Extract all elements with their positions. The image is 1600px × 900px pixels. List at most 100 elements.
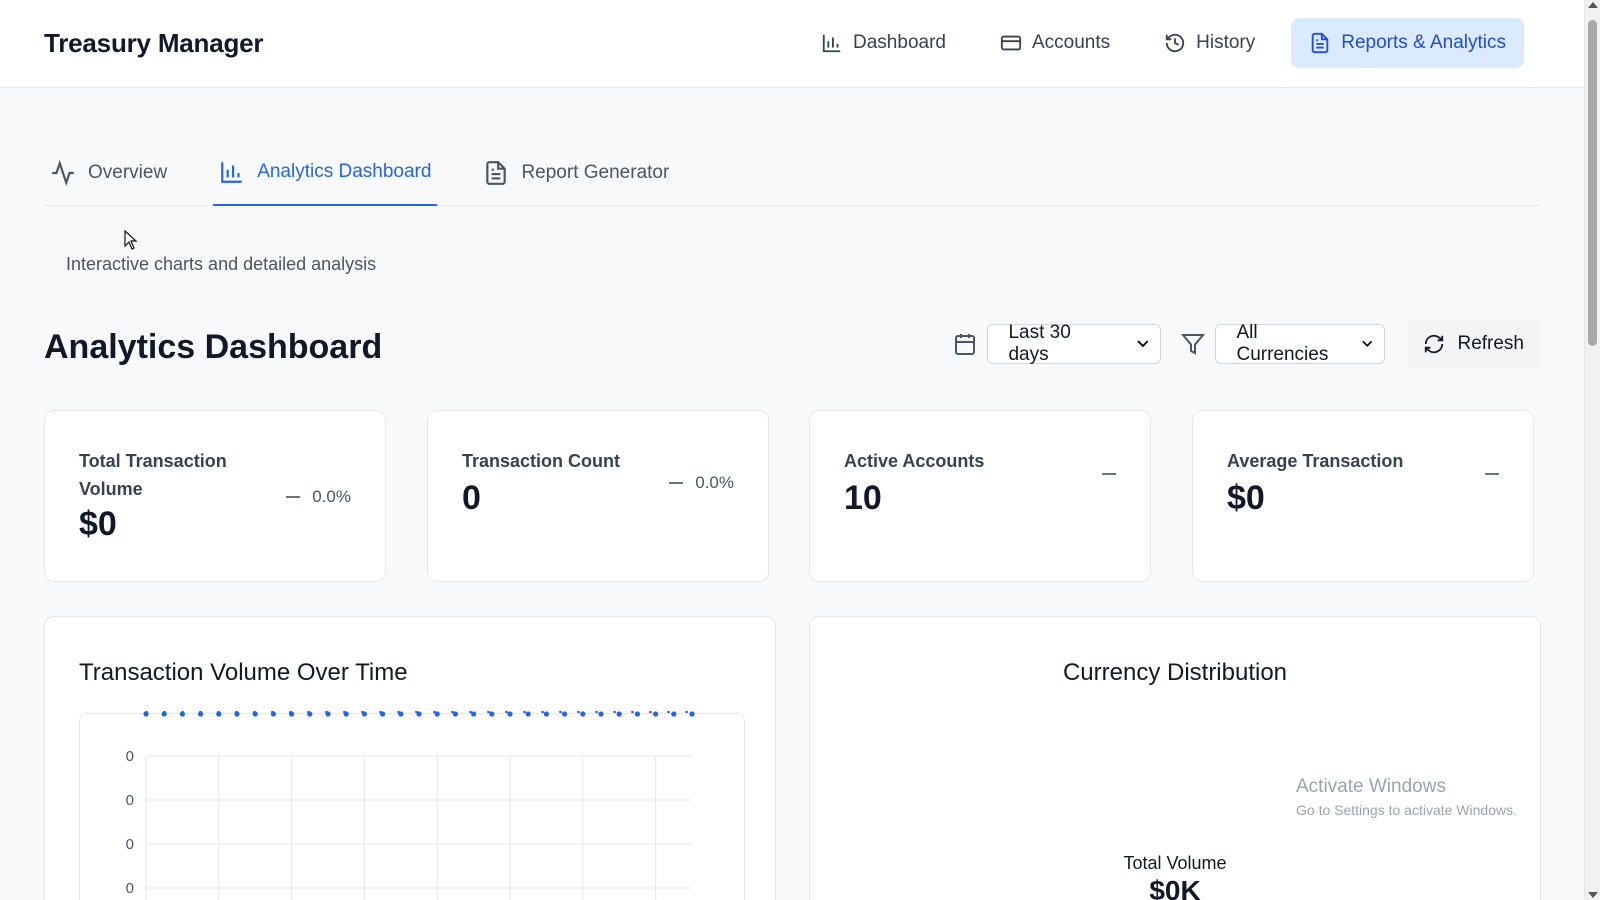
data-point[interactable] [307, 711, 313, 717]
donut-center-value: $0K [1149, 875, 1201, 900]
data-point[interactable] [434, 711, 440, 717]
data-point[interactable] [143, 711, 149, 717]
neutral-trend-icon [1485, 473, 1499, 475]
data-point[interactable] [361, 711, 367, 717]
activate-windows-watermark: Activate Windows Go to Settings to activ… [1296, 776, 1517, 818]
refresh-icon [1425, 334, 1444, 354]
data-point[interactable] [616, 711, 622, 717]
metric-card-average-transaction: Average Transaction $0 [1192, 410, 1534, 582]
chart-container: 0 0 0 0 [79, 711, 745, 900]
tab-overview-label: Overview [88, 161, 168, 183]
tab-analytics-label: Analytics Dashboard [257, 161, 432, 182]
data-point[interactable] [562, 711, 568, 717]
metric-value: 0 [462, 479, 481, 517]
tab-report-generator[interactable]: Report Generator [477, 140, 675, 205]
history-icon [1165, 33, 1185, 53]
metric-card-total-volume: Total Transaction Volume $0 0.0% [44, 410, 386, 582]
transaction-volume-panel: Transaction Volume Over Time 0 0 0 0 [44, 616, 776, 900]
main-nav: Dashboard Accounts History Reports & Ana… [803, 18, 1524, 68]
nav-accounts-label: Accounts [1031, 32, 1111, 53]
data-point[interactable] [634, 711, 641, 717]
data-point[interactable] [198, 711, 204, 717]
metric-change [1485, 473, 1499, 475]
page-title: Analytics Dashboard [44, 328, 383, 366]
tab-overview[interactable]: Overview [44, 140, 173, 205]
nav-reports-analytics[interactable]: Reports & Analytics [1291, 18, 1524, 68]
y-tick-label: 0 [126, 880, 134, 897]
filter-icon [1181, 334, 1206, 355]
data-point[interactable] [507, 711, 513, 717]
data-point[interactable] [380, 711, 386, 717]
date-range-value: Last 30 days [1008, 322, 1071, 365]
neutral-trend-icon [1102, 473, 1116, 475]
nav-accounts[interactable]: Accounts [982, 18, 1128, 68]
watermark-line-2: Go to Settings to activate Windows. [1296, 802, 1517, 818]
metric-change-value: 0.0% [312, 487, 351, 506]
data-point[interactable] [325, 711, 331, 717]
data-point[interactable] [580, 711, 586, 717]
app-title: Treasury Manager [44, 28, 264, 58]
data-point[interactable] [216, 711, 222, 717]
metric-change: 0.0% [286, 487, 351, 507]
metric-value: $0 [1227, 479, 1265, 517]
tab-report-label: Report Generator [521, 161, 670, 183]
data-point[interactable] [543, 711, 549, 717]
data-point[interactable] [416, 711, 422, 717]
calendar-icon [955, 334, 976, 355]
nav-reports-label: Reports & Analytics [1341, 32, 1506, 53]
top-header: Treasury Manager Dashboard Accounts Hist… [0, 0, 1584, 88]
filter-bar: Last 30 days All Currencies Refresh [953, 320, 1540, 368]
metric-change-value: 0.0% [695, 473, 734, 492]
tab-analytics-dashboard[interactable]: Analytics Dashboard [213, 140, 438, 206]
date-range-select[interactable]: Last 30 days [987, 322, 1162, 365]
currency-select[interactable]: All Currencies [1215, 322, 1386, 365]
page-scrollbar[interactable] [1584, 0, 1600, 900]
data-point[interactable] [234, 711, 240, 717]
metric-value: $0 [79, 505, 117, 543]
y-tick-label: 0 [126, 792, 134, 809]
metric-change [1102, 473, 1116, 475]
metric-label: Average Transaction [1227, 451, 1404, 471]
nav-history-label: History [1196, 32, 1256, 53]
data-point[interactable] [270, 711, 276, 717]
data-point[interactable] [252, 711, 258, 717]
data-point[interactable] [398, 711, 404, 717]
scroll-down-arrow-icon[interactable] [1588, 892, 1598, 898]
data-point[interactable] [653, 711, 659, 717]
data-point[interactable] [161, 711, 167, 717]
metric-label: Transaction Count [462, 451, 621, 471]
data-point[interactable] [598, 711, 604, 717]
data-point[interactable] [452, 711, 458, 717]
scroll-up-arrow-icon[interactable] [1588, 2, 1598, 8]
metric-change: 0.0% [669, 473, 734, 493]
nav-history[interactable]: History [1146, 18, 1273, 68]
chevron-down-icon [1136, 340, 1149, 348]
refresh-button[interactable]: Refresh [1407, 320, 1540, 368]
nav-dashboard-label: Dashboard [853, 32, 946, 53]
neutral-trend-icon [286, 496, 301, 498]
data-point[interactable] [671, 711, 677, 717]
chevron-down-icon [1362, 340, 1373, 347]
metric-label: Total Transaction Volume [79, 451, 227, 499]
nav-dashboard[interactable]: Dashboard [803, 18, 964, 68]
panel-title: Transaction Volume Over Time [79, 659, 408, 686]
data-point[interactable] [179, 711, 185, 717]
data-point[interactable] [689, 711, 695, 717]
refresh-label: Refresh [1457, 333, 1524, 354]
sub-tabs: Overview Analytics Dashboard Report Gene… [44, 140, 1540, 206]
data-point[interactable] [343, 711, 349, 717]
page-subtitle: Interactive charts and detailed analysis [66, 254, 377, 274]
document-icon [1312, 32, 1329, 54]
y-tick-label: 0 [126, 836, 134, 853]
metric-label: Active Accounts [844, 451, 985, 471]
data-point[interactable] [525, 711, 531, 717]
metric-value: 10 [844, 479, 882, 517]
data-point[interactable] [489, 711, 495, 717]
credit-card-icon [1000, 35, 1022, 51]
data-point[interactable] [289, 711, 295, 717]
y-tick-label: 0 [126, 748, 134, 765]
data-point[interactable] [471, 711, 477, 717]
currency-value: All Currencies [1236, 322, 1329, 365]
bar-chart-icon [221, 162, 242, 183]
scroll-thumb[interactable] [1588, 20, 1597, 346]
